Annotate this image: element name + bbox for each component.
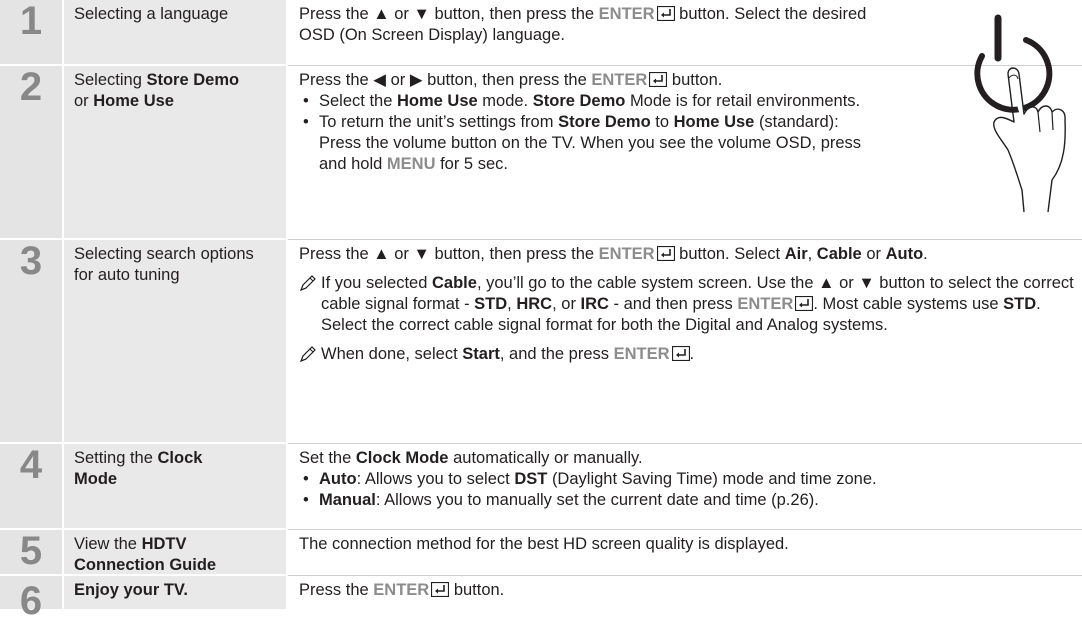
step-number: 6 — [0, 576, 62, 623]
step-description: Press the ▲ or ▼ button, then press the … — [288, 240, 1082, 442]
down-arrow-icon: ▼ — [858, 274, 875, 292]
step-number: 4 — [0, 444, 62, 528]
step-row-2: 2 Selecting Store Demo or Home Use Press … — [0, 66, 1082, 238]
left-arrow-icon: ◀ — [373, 71, 386, 89]
step-row-5: 5 View the HDTV Connection Guide The con… — [0, 530, 1082, 574]
step-number: 3 — [0, 240, 62, 442]
down-arrow-icon: ▼ — [413, 245, 430, 263]
step-description: Set the Clock Mode automatically or manu… — [288, 444, 1082, 528]
row-divider — [288, 239, 1082, 240]
step-number: 2 — [0, 66, 62, 238]
step-title: Enjoy your TV. — [64, 576, 286, 609]
step-row-6: 6 Enjoy your TV. Press the ENTER button. — [0, 576, 1082, 623]
enter-icon — [431, 582, 450, 597]
note-item: If you selected Cable, you’ll go to the … — [299, 273, 1082, 336]
note-item: When done, select Start, and the press E… — [299, 344, 1082, 365]
step-title: Selecting a language — [64, 0, 286, 64]
bullet-item: Manual: Allows you to manually set the c… — [299, 490, 1082, 511]
bullet-item: Select the Home Use mode. Store Demo Mod… — [299, 91, 879, 112]
step-row-1: 1 Selecting a language Press the ▲ or ▼ … — [0, 0, 1082, 64]
enter-icon — [656, 6, 675, 21]
enter-icon — [649, 72, 668, 87]
row-divider — [288, 575, 1082, 576]
step-row-3: 3 Selecting search options for auto tuni… — [0, 240, 1082, 442]
step-description: Press the ENTER button. — [288, 576, 1082, 609]
step-row-4: 4 Setting the Clock Mode Set the Clock M… — [0, 444, 1082, 528]
enter-icon — [795, 296, 814, 311]
step-title: Setting the Clock Mode — [64, 444, 286, 528]
right-arrow-icon: ▶ — [409, 71, 423, 89]
step-title: View the HDTV Connection Guide — [64, 530, 286, 574]
note-pencil-icon — [299, 346, 316, 363]
power-button-hand-icon — [974, 14, 1066, 213]
step-description: Press the ▲ or ▼ button, then press the … — [288, 0, 1082, 64]
bullet-item: Auto: Allows you to select DST (Daylight… — [299, 469, 1082, 490]
up-arrow-icon: ▲ — [373, 5, 390, 23]
step-description: The connection method for the best HD sc… — [288, 530, 1082, 574]
down-arrow-icon: ▼ — [413, 5, 430, 23]
up-arrow-icon: ▲ — [373, 245, 390, 263]
enter-icon — [671, 346, 690, 361]
row-divider — [288, 529, 1082, 530]
step-description: Press the ◀ or ▶ button, then press the … — [288, 66, 1082, 238]
row-divider — [288, 443, 1082, 444]
step-number: 1 — [0, 0, 62, 64]
step-title: Selecting Store Demo or Home Use — [64, 66, 286, 238]
enter-icon — [656, 246, 675, 261]
bullet-item: To return the unit’s settings from Store… — [299, 112, 879, 175]
step-title: Selecting search options for auto tuning — [64, 240, 286, 442]
note-pencil-icon — [299, 275, 316, 292]
row-divider — [288, 65, 1082, 66]
up-arrow-icon: ▲ — [818, 274, 835, 292]
step-number: 5 — [0, 530, 62, 574]
